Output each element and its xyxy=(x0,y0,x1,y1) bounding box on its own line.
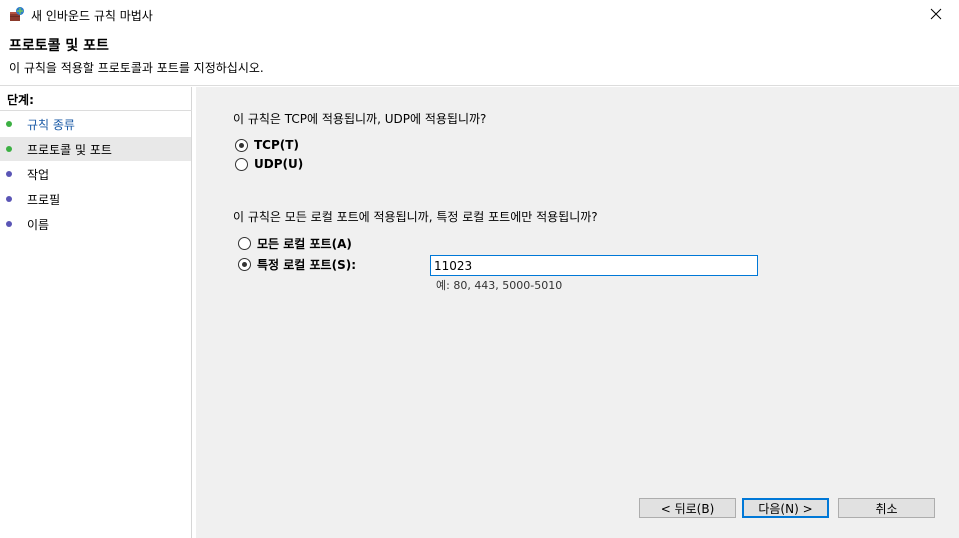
tcp-radio[interactable] xyxy=(235,138,248,152)
tcp-label[interactable]: TCP(T) xyxy=(254,138,299,152)
close-icon xyxy=(930,8,942,23)
step-action: 작업 xyxy=(0,162,191,186)
wizard-content: 이 규칙은 TCP에 적용됩니까, UDP에 적용됩니까? TCP(T) UDP… xyxy=(196,87,959,538)
all-ports-radio-option[interactable]: 모든 로컬 포트(A) xyxy=(238,235,352,251)
step-pending-dot-icon xyxy=(6,221,12,227)
all-ports-label[interactable]: 모든 로컬 포트(A) xyxy=(257,235,352,252)
specific-ports-radio-option[interactable]: 특정 로컬 포트(S): xyxy=(238,256,356,272)
title-bar: 새 인바운드 규칙 마법사 xyxy=(0,0,959,30)
specific-ports-label[interactable]: 특정 로컬 포트(S): xyxy=(257,256,356,273)
step-profile: 프로필 xyxy=(0,187,191,211)
ports-hint: 예: 80, 443, 5000-5010 xyxy=(436,279,563,292)
ports-question: 이 규칙은 모든 로컬 포트에 적용됩니까, 특정 로컬 포트에만 적용됩니까? xyxy=(233,210,598,224)
step-name: 이름 xyxy=(0,212,191,236)
firewall-rule-icon xyxy=(9,6,25,22)
protocol-question: 이 규칙은 TCP에 적용됩니까, UDP에 적용됩니까? xyxy=(233,112,487,126)
steps-sidebar: 단계: 규칙 종류 프로토콜 및 포트 작업 프로필 이름 xyxy=(0,87,192,538)
all-ports-radio[interactable] xyxy=(238,236,251,250)
step-current-dot-icon xyxy=(6,146,12,152)
step-pending-dot-icon xyxy=(6,171,12,177)
step-label: 프로토콜 및 포트 xyxy=(27,142,112,157)
specific-ports-input[interactable] xyxy=(430,255,758,276)
close-button[interactable] xyxy=(913,0,959,30)
step-pending-dot-icon xyxy=(6,196,12,202)
specific-ports-radio[interactable] xyxy=(238,257,251,271)
step-rule-type[interactable]: 규칙 종류 xyxy=(0,112,191,136)
tcp-radio-option[interactable]: TCP(T) xyxy=(235,137,299,153)
cancel-button[interactable]: 취소 xyxy=(838,498,935,518)
udp-radio[interactable] xyxy=(235,157,248,171)
udp-label[interactable]: UDP(U) xyxy=(254,157,303,171)
step-label: 이름 xyxy=(27,217,50,232)
udp-radio-option[interactable]: UDP(U) xyxy=(235,156,303,172)
back-button[interactable]: < 뒤로(B) xyxy=(639,498,736,518)
wizard-header: 프로토콜 및 포트 이 규칙을 적용할 프로토콜과 포트를 지정하십시오. xyxy=(0,30,959,86)
step-protocol-ports: 프로토콜 및 포트 xyxy=(0,137,191,161)
step-label: 프로필 xyxy=(27,192,61,207)
step-label[interactable]: 규칙 종류 xyxy=(27,116,75,133)
steps-divider xyxy=(0,110,192,111)
next-button[interactable]: 다음(N) > xyxy=(742,498,829,518)
step-complete-dot-icon xyxy=(6,121,12,127)
step-label: 작업 xyxy=(27,167,50,182)
page-title: 프로토콜 및 포트 xyxy=(9,38,109,54)
window-title: 새 인바운드 규칙 마법사 xyxy=(31,9,153,23)
page-subtitle: 이 규칙을 적용할 프로토콜과 포트를 지정하십시오. xyxy=(9,61,264,75)
steps-heading: 단계: xyxy=(7,93,34,107)
